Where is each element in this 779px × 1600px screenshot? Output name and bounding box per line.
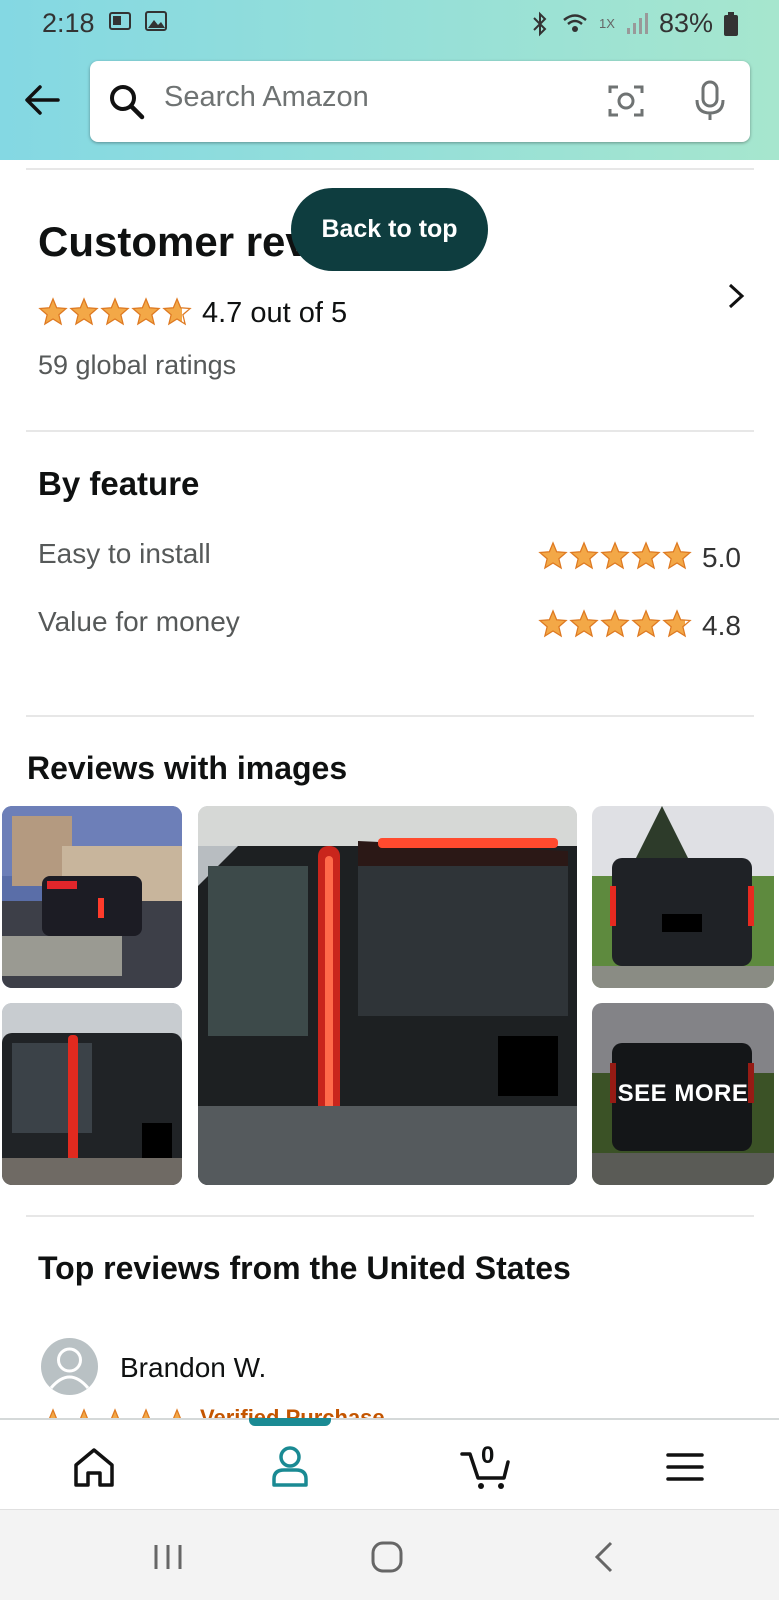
- bluetooth-icon: [533, 11, 547, 36]
- review-image-thumbnail[interactable]: [2, 806, 182, 988]
- home-button-icon[interactable]: [370, 1540, 404, 1574]
- battery-percent: 83%: [658, 8, 713, 38]
- divider: [26, 430, 754, 432]
- divider: [26, 168, 754, 170]
- signal-icon: [626, 12, 648, 34]
- status-right: 1X 83%: [529, 8, 739, 39]
- star-icon: [538, 541, 568, 570]
- app-header: 2:18 1X 83% Search Amazon: [0, 0, 779, 160]
- overall-rating-stars: [38, 297, 192, 327]
- feature-stars: [538, 541, 692, 571]
- system-nav-bar: [0, 1509, 779, 1600]
- star-icon: [600, 541, 630, 570]
- back-arrow-icon[interactable]: [22, 80, 62, 120]
- divider: [26, 1215, 754, 1217]
- feature-label: Value for money: [38, 606, 240, 637]
- star-icon: [662, 609, 692, 638]
- by-feature-heading: By feature: [38, 465, 200, 502]
- reviewer-name[interactable]: Brandon W.: [120, 1352, 266, 1384]
- status-time: 2:18: [42, 8, 95, 38]
- avatar[interactable]: [41, 1338, 98, 1395]
- feature-label: Easy to install: [38, 538, 211, 569]
- back-to-top-button[interactable]: Back to top: [291, 188, 488, 271]
- menu-icon[interactable]: [666, 1452, 704, 1482]
- review-image-thumbnail[interactable]: [2, 1003, 182, 1185]
- wifi-icon: [563, 13, 587, 32]
- divider: [26, 715, 754, 717]
- star-icon: [569, 609, 599, 638]
- active-tab-indicator: [249, 1418, 331, 1426]
- cart-count: 0: [481, 1442, 495, 1469]
- star-icon: [662, 541, 692, 570]
- network-type: 1X: [599, 16, 615, 31]
- feature-value: 4.8: [702, 610, 741, 641]
- star-icon: [80, 1408, 88, 1418]
- review-image-main[interactable]: [198, 806, 577, 1185]
- star-icon: [131, 297, 161, 326]
- chevron-right-icon[interactable]: [724, 280, 748, 312]
- back-button-icon[interactable]: [592, 1540, 616, 1574]
- star-icon: [631, 541, 661, 570]
- star-icon: [69, 297, 99, 326]
- review-image-thumbnail[interactable]: [592, 806, 774, 988]
- review-stars: [38, 1408, 192, 1418]
- see-more-button[interactable]: SEE MORE: [592, 1003, 774, 1185]
- star-icon: [49, 1408, 57, 1418]
- star-icon: [100, 297, 130, 326]
- battery-icon: [724, 11, 738, 36]
- star-icon: [111, 1408, 119, 1418]
- camera-search-icon[interactable]: [606, 81, 646, 121]
- rating-summary: 4.7 out of 5: [202, 297, 348, 329]
- star-icon: [538, 609, 568, 638]
- bottom-nav: [0, 1418, 779, 1508]
- star-icon: [162, 297, 192, 326]
- feature-value: 5.0: [702, 542, 741, 573]
- recent-apps-icon[interactable]: [152, 1542, 184, 1572]
- star-icon: [173, 1408, 181, 1418]
- gallery-icon: [145, 11, 167, 31]
- home-icon[interactable]: [72, 1447, 116, 1487]
- verified-purchase-badge: Verified Purchase: [200, 1406, 385, 1418]
- star-icon: [142, 1408, 150, 1418]
- feature-stars: [538, 609, 692, 639]
- notification-icon: [109, 12, 131, 30]
- reviews-with-images-heading: Reviews with images: [27, 750, 348, 786]
- star-icon: [600, 609, 630, 638]
- star-icon: [569, 541, 599, 570]
- global-ratings-count[interactable]: 59 global ratings: [38, 350, 236, 381]
- search-input[interactable]: Search Amazon: [164, 81, 369, 114]
- top-reviews-heading: Top reviews from the United States: [38, 1250, 571, 1286]
- search-icon: [110, 85, 145, 120]
- account-icon[interactable]: [270, 1445, 310, 1487]
- star-icon: [38, 297, 68, 326]
- microphone-icon[interactable]: [690, 79, 730, 123]
- search-bar[interactable]: Search Amazon: [90, 61, 750, 142]
- review-image-thumbnail[interactable]: SEE MORE: [592, 1003, 774, 1185]
- status-bar: 2:18 1X 83%: [0, 0, 779, 46]
- star-icon: [631, 609, 661, 638]
